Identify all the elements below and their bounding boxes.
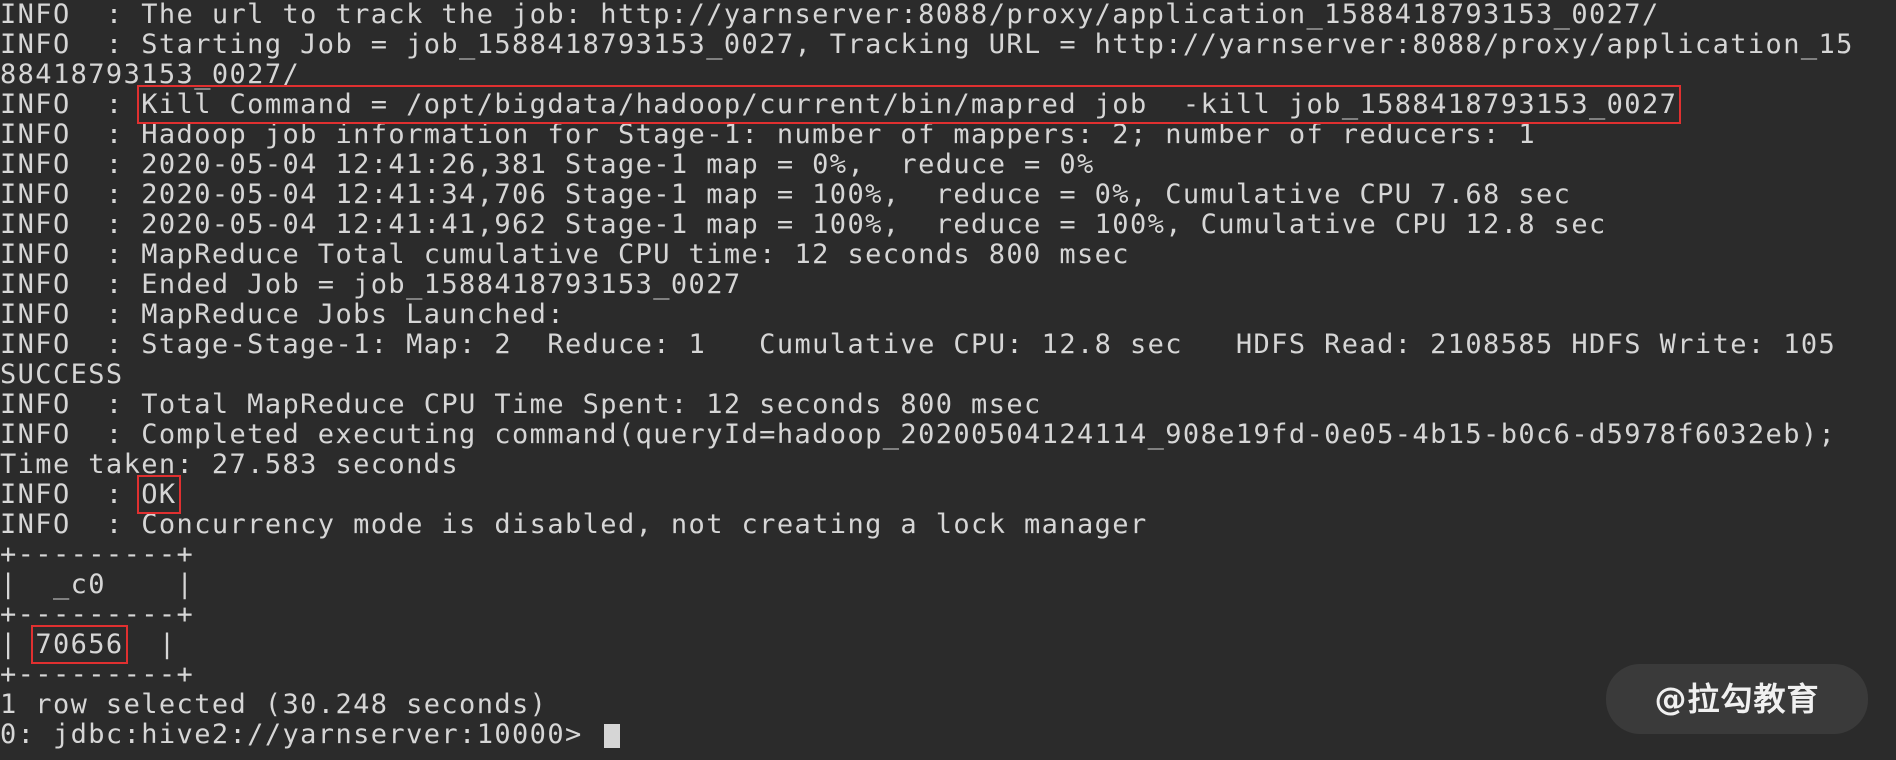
row-suffix: | [123,629,177,660]
terminal-window[interactable]: INFO : The url to track the job: http://… [0,0,1896,760]
terminal-line-ok: INFO : OK [0,475,1896,514]
terminal-line-kill-command: INFO : Kill Command = /opt/bigdata/hadoo… [0,85,1896,124]
watermark-logo: @拉勾教育 [1606,664,1868,734]
terminal-line: INFO : 2020-05-04 12:41:34,706 Stage-1 m… [0,179,1572,210]
cursor-block [604,723,621,748]
terminal-line: INFO : MapReduce Total cumulative CPU ti… [0,239,1130,270]
terminal-line: INFO : Starting Job = job_1588418793153_… [0,29,1854,60]
terminal-line: INFO : Ended Job = job_1588418793153_002… [0,269,742,300]
terminal-line: SUCCESS [0,359,124,390]
line-prefix: INFO : [0,89,142,120]
table-row: | 70656 | [0,625,1896,664]
terminal-line: INFO : Total MapReduce CPU Time Spent: 1… [0,389,1042,420]
terminal-line: INFO : Concurrency mode is disabled, not… [0,509,1148,540]
terminal-line: INFO : 2020-05-04 12:41:41,962 Stage-1 m… [0,209,1607,240]
terminal-line: INFO : The url to track the job: http://… [0,0,1660,30]
terminal-line: INFO : Completed executing command(query… [0,419,1837,450]
row-prefix: | [0,629,36,660]
terminal-line: Time taken: 27.583 seconds [0,449,460,480]
terminal-line: INFO : Hadoop job information for Stage-… [0,119,1537,150]
prompt-text: 0: jdbc:hive2://yarnserver:10000> [0,719,601,750]
terminal-line: INFO : 2020-05-04 12:41:26,381 Stage-1 m… [0,149,1095,180]
terminal-line: 88418793153_0027/ [0,59,301,90]
ok-highlight: OK [137,475,181,514]
terminal-line: INFO : Stage-Stage-1: Map: 2 Reduce: 1 C… [0,329,1837,360]
table-header: | _c0 | [0,569,195,600]
line-prefix: INFO : [0,479,142,510]
command-prompt[interactable]: 0: jdbc:hive2://yarnserver:10000> [0,720,1896,750]
table-border: +---------+ [0,539,195,570]
result-value-highlight: 70656 [31,625,128,664]
kill-command-highlight: Kill Command = /opt/bigdata/hadoop/curre… [137,85,1682,124]
terminal-line: INFO : MapReduce Jobs Launched: [0,299,565,330]
table-border: +---------+ [0,599,195,630]
